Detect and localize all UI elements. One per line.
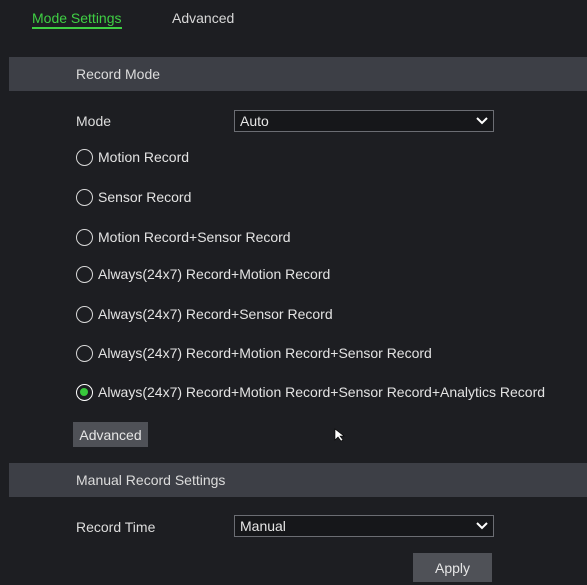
radio-label: Motion Record [98,149,190,165]
mode-select[interactable]: Auto [234,110,494,132]
manual-record-section-header: Manual Record Settings [9,463,587,497]
radio-button-selected[interactable] [76,384,93,401]
radio-label: Always(24x7) Record+Motion Record+Sensor… [98,345,432,361]
record-time-select[interactable]: Manual [234,515,494,537]
radio-label: Sensor Record [98,189,192,205]
record-time-select-value: Manual [240,518,286,534]
mouse-cursor-icon [334,428,345,442]
radio-label: Always(24x7) Record+Motion Record+Sensor… [98,384,546,400]
radio-label: Motion Record+Sensor Record [98,229,291,245]
tab-mode-settings[interactable]: Mode Settings [32,10,122,29]
chevron-down-icon [476,522,488,530]
manual-record-title: Manual Record Settings [76,472,226,488]
radio-button[interactable] [76,189,93,206]
tab-bar: Mode Settings Advanced [0,0,587,44]
mode-select-value: Auto [240,113,269,129]
radio-button[interactable] [76,306,93,323]
chevron-down-icon [476,117,488,125]
radio-button[interactable] [76,266,93,283]
radio-label: Always(24x7) Record+Motion Record [98,266,331,282]
advanced-button[interactable]: Advanced [73,422,148,447]
record-mode-section-header: Record Mode [9,57,587,91]
apply-button[interactable]: Apply [413,553,492,582]
tab-advanced[interactable]: Advanced [172,10,234,26]
record-mode-settings-window: Mode Settings Advanced Record Mode Mode … [0,0,587,585]
record-mode-title: Record Mode [76,66,161,82]
radio-label: Always(24x7) Record+Sensor Record [98,306,333,322]
record-time-label: Record Time [76,519,156,535]
radio-button[interactable] [76,149,93,166]
mode-label: Mode [76,113,112,129]
radio-button[interactable] [76,229,93,246]
radio-button[interactable] [76,345,93,362]
